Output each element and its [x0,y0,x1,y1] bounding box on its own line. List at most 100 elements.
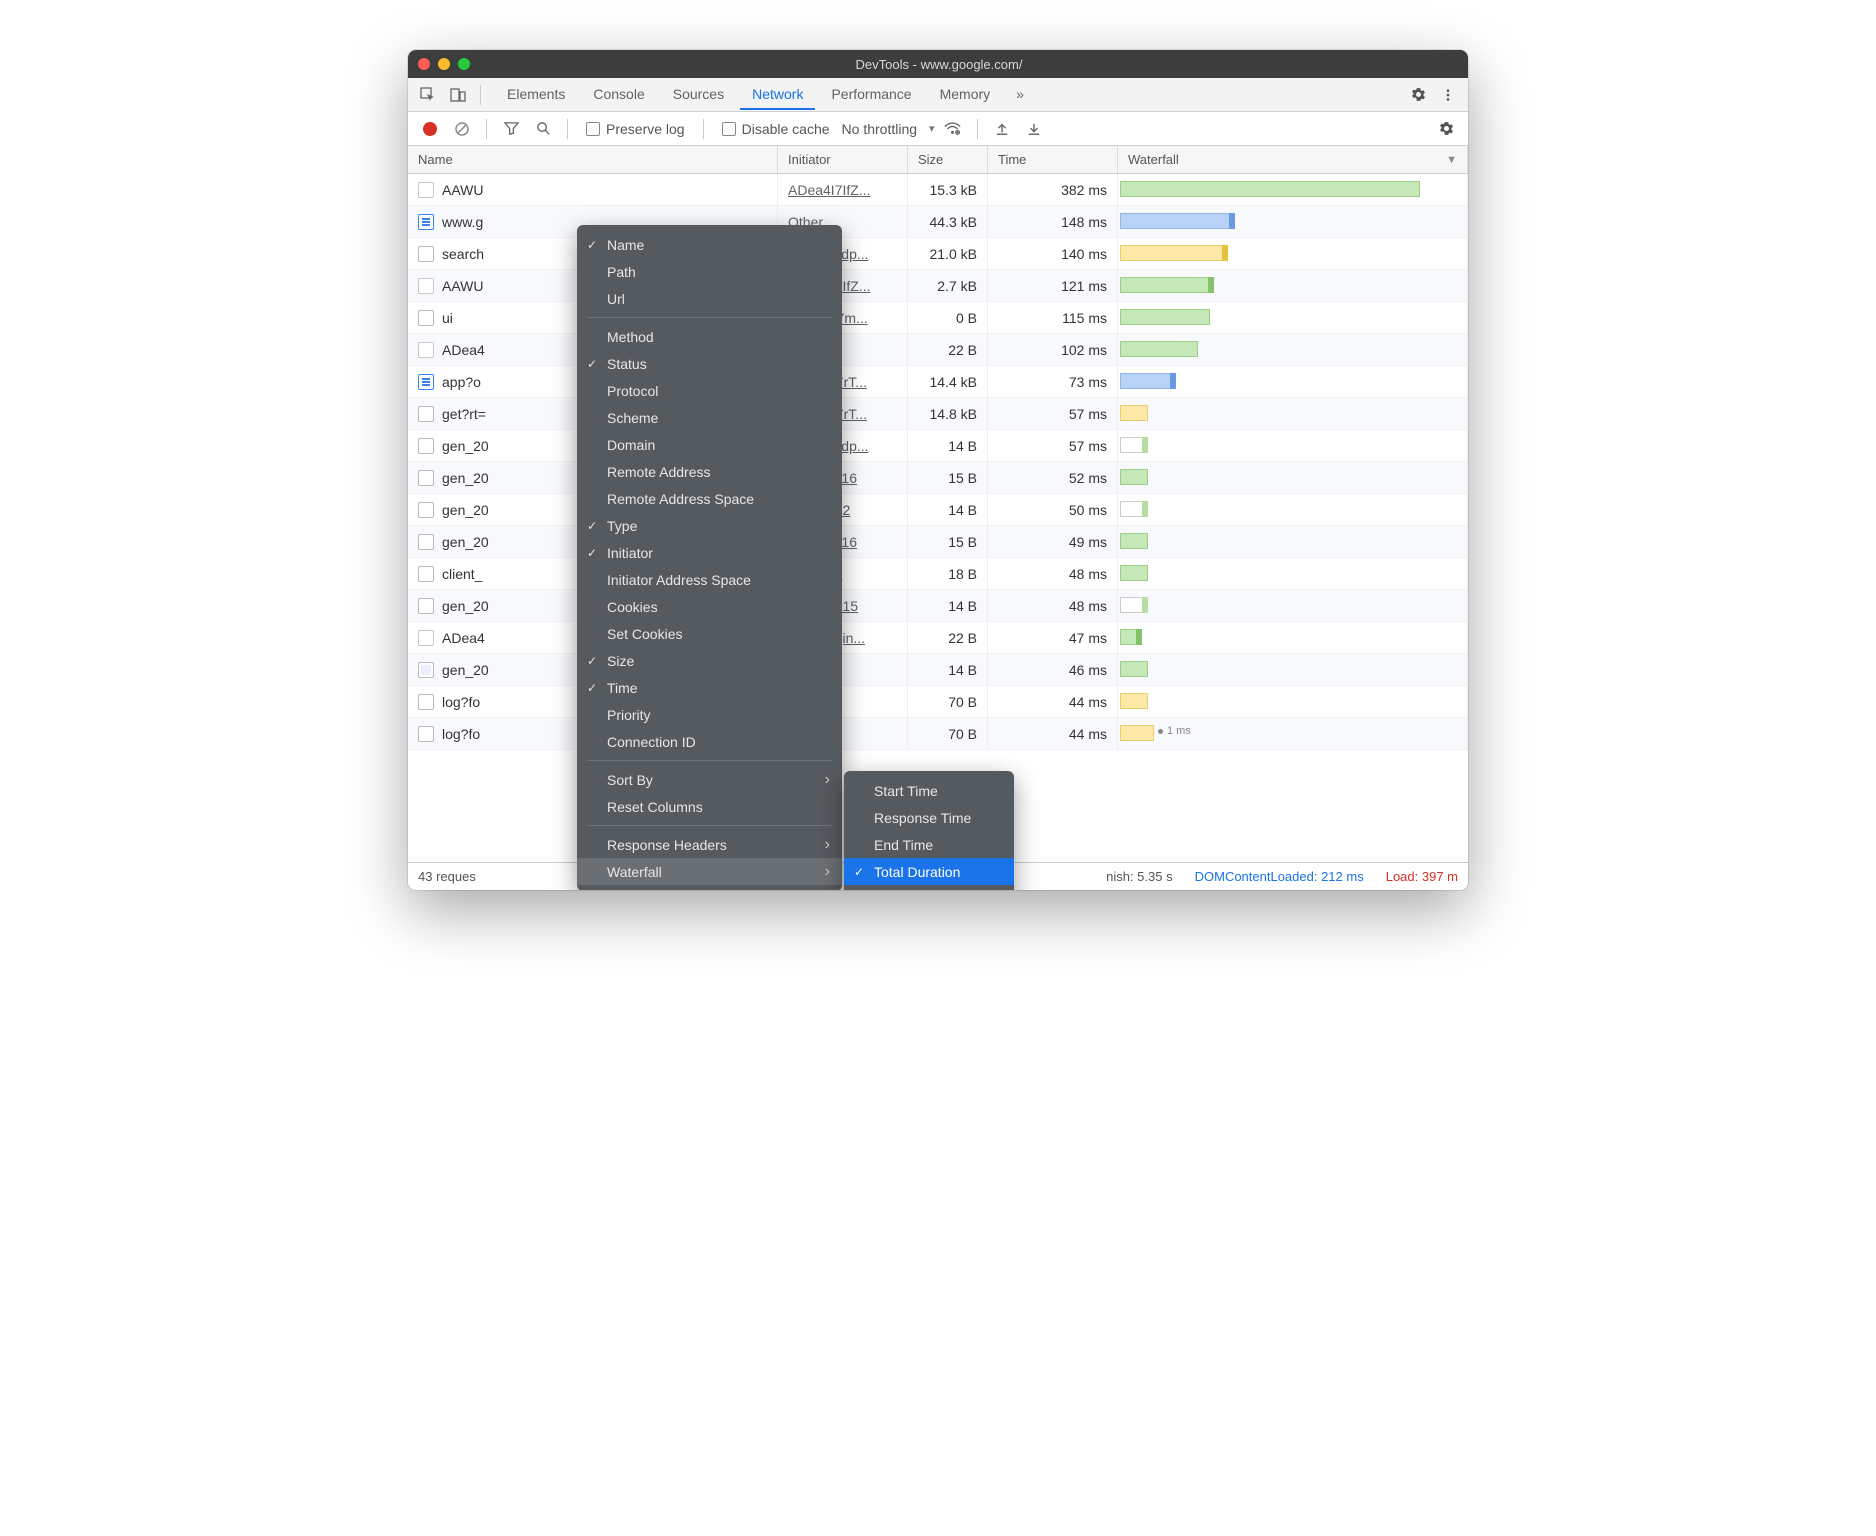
tab-sources[interactable]: Sources [661,80,736,110]
table-row[interactable]: gen_20(index):1214 B50 ms [408,494,1468,526]
size-cell: 15 B [908,462,988,493]
settings-icon[interactable] [1432,115,1460,143]
menu-item-reset-columns[interactable]: Reset Columns [577,793,842,820]
time-cell: 148 ms [988,206,1118,237]
initiator-cell[interactable]: ADea4I7IfZ... [778,174,908,205]
preserve-log-checkbox[interactable]: Preserve log [586,121,685,137]
search-icon[interactable] [529,115,557,143]
table-row[interactable]: www.gOther44.3 kB148 ms [408,206,1468,238]
tab-memory[interactable]: Memory [928,80,1003,110]
waterfall-cell [1118,366,1468,397]
waterfall-cell [1118,334,1468,365]
column-context-menu[interactable]: NamePathUrl MethodStatusProtocolSchemeDom… [577,225,842,890]
menu-item-initiator[interactable]: Initiator [577,539,842,566]
submenu-item-latency[interactable]: Latency [844,885,1014,890]
menu-item-time[interactable]: Time [577,674,842,701]
throttling-label: No throttling [842,121,917,137]
upload-icon[interactable] [988,115,1016,143]
table-row[interactable]: log?fo70 B44 ms1 ms [408,718,1468,750]
menu-item-path[interactable]: Path [577,258,842,285]
menu-item-set-cookies[interactable]: Set Cookies [577,620,842,647]
table-row[interactable]: uim=DhPYm...0 B115 ms [408,302,1468,334]
request-name: AAWU [442,182,483,198]
table-row[interactable]: ADea4(index)22 B102 ms [408,334,1468,366]
throttling-select[interactable]: No throttling [842,121,935,137]
file-icon [418,630,434,646]
menu-item-name[interactable]: Name [577,231,842,258]
menu-item-remote-address[interactable]: Remote Address [577,458,842,485]
submenu-item-response-time[interactable]: Response Time [844,804,1014,831]
table-row[interactable]: gen_20m=cdos,dp...14 B57 ms [408,430,1468,462]
request-name: log?fo [442,694,480,710]
table-row[interactable]: gen_20(index):11615 B49 ms [408,526,1468,558]
settings-icon[interactable] [1404,81,1432,109]
menu-item-url[interactable]: Url [577,285,842,312]
col-size[interactable]: Size [908,146,988,173]
menu-item-response-headers[interactable]: Response Headers [577,831,842,858]
disable-cache-checkbox[interactable]: Disable cache [722,121,830,137]
table-row[interactable]: AAWUADea4I7IfZ...15.3 kB382 ms [408,174,1468,206]
record-button[interactable] [416,115,444,143]
inspect-icon[interactable] [414,81,442,109]
waterfall-submenu[interactable]: Start TimeResponse TimeEnd TimeTotal Dur… [844,771,1014,890]
request-name: ADea4 [442,342,485,358]
col-initiator[interactable]: Initiator [778,146,908,173]
network-conditions-icon[interactable] [939,115,967,143]
window-title: DevTools - www.google.com/ [420,57,1458,72]
table-row[interactable]: client_(index):318 B48 ms [408,558,1468,590]
tab-performance[interactable]: Performance [819,80,923,110]
menu-item-priority[interactable]: Priority [577,701,842,728]
tab-more[interactable]: » [1004,80,1036,110]
menu-item-size[interactable]: Size [577,647,842,674]
table-row[interactable]: app?ors=AA2YrT...14.4 kB73 ms [408,366,1468,398]
menu-item-domain[interactable]: Domain [577,431,842,458]
menu-item-waterfall[interactable]: Waterfall [577,858,842,885]
menu-item-method[interactable]: Method [577,323,842,350]
request-name: gen_20 [442,438,489,454]
menu-item-scheme[interactable]: Scheme [577,404,842,431]
submenu-item-total-duration[interactable]: Total Duration [844,858,1014,885]
menu-item-initiator-address-space[interactable]: Initiator Address Space [577,566,842,593]
tab-console[interactable]: Console [581,80,656,110]
col-time[interactable]: Time [988,146,1118,173]
waterfall-cell [1118,654,1468,685]
waterfall-cell [1118,302,1468,333]
table-row[interactable]: gen_2014 B46 ms [408,654,1468,686]
download-icon[interactable] [1020,115,1048,143]
time-cell: 50 ms [988,494,1118,525]
menu-item-sort-by[interactable]: Sort By [577,766,842,793]
table-row[interactable]: AAWUADea4I7IfZ...2.7 kB121 ms [408,270,1468,302]
menu-item-protocol[interactable]: Protocol [577,377,842,404]
device-icon[interactable] [444,81,472,109]
menu-item-connection-id[interactable]: Connection ID [577,728,842,755]
menu-item-type[interactable]: Type [577,512,842,539]
file-icon [418,662,434,678]
tab-elements[interactable]: Elements [495,80,577,110]
filter-icon[interactable] [497,115,525,143]
menu-item-status[interactable]: Status [577,350,842,377]
table-row[interactable]: gen_20(index):11615 B52 ms [408,462,1468,494]
size-cell: 14 B [908,430,988,461]
submenu-item-end-time[interactable]: End Time [844,831,1014,858]
col-waterfall[interactable]: Waterfall ▼ [1118,146,1468,173]
waterfall-cell [1118,430,1468,461]
kebab-icon[interactable] [1434,81,1462,109]
panel-tabs: ElementsConsoleSourcesNetworkPerformance… [495,80,1002,110]
submenu-item-start-time[interactable]: Start Time [844,777,1014,804]
col-name[interactable]: Name [408,146,778,173]
table-row[interactable]: gen_20(index):21514 B48 ms [408,590,1468,622]
waterfall-cell [1118,398,1468,429]
menu-item-remote-address-space[interactable]: Remote Address Space [577,485,842,512]
clear-icon[interactable] [448,115,476,143]
file-icon [418,342,434,358]
menu-item-cookies[interactable]: Cookies [577,593,842,620]
table-row[interactable]: get?rt=rs=AA2YrT...14.8 kB57 ms [408,398,1468,430]
time-cell: 47 ms [988,622,1118,653]
waterfall-cell [1118,686,1468,717]
size-cell: 2.7 kB [908,270,988,301]
table-row[interactable]: searchm=cdos,dp...21.0 kB140 ms [408,238,1468,270]
status-domcontentloaded: DOMContentLoaded: 212 ms [1195,869,1364,884]
table-row[interactable]: ADea4app?origin...22 B47 ms [408,622,1468,654]
table-row[interactable]: log?fo70 B44 ms [408,686,1468,718]
tab-network[interactable]: Network [740,80,815,110]
